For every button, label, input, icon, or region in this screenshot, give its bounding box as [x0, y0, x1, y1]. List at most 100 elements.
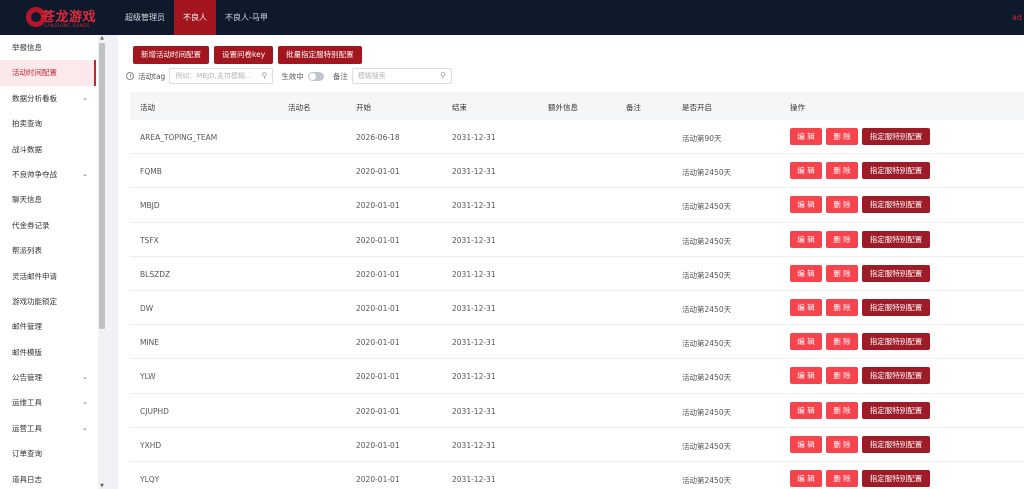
- special-server-config-button[interactable]: 指定服特别配置: [862, 435, 930, 453]
- edit-button[interactable]: 编 辑: [790, 298, 822, 316]
- sidebar-item[interactable]: 邮件模版: [0, 340, 96, 365]
- sidebar-item-label: 拍卖查询: [12, 119, 42, 129]
- toolbar: 新增活动时间配置 设置问卷key 批量指定服特别配置: [133, 46, 362, 64]
- cell-start: 2026-06-18: [356, 133, 400, 142]
- edit-button[interactable]: 编 辑: [790, 230, 822, 248]
- cell-open: 活动第2450天: [682, 236, 732, 246]
- cell-activity: DW: [140, 303, 154, 313]
- table-row: YLW 2020-01-01 2031-12-31 活动第2450天 编 辑删 除指定服…: [130, 359, 1024, 394]
- sidebar-item[interactable]: 数据分析看板 ⌄: [0, 86, 96, 111]
- special-server-config-button[interactable]: 指定服特别配置: [862, 401, 930, 419]
- search-icon[interactable]: ⚲: [440, 69, 446, 83]
- filter-bar: 活动tag 例如：MBJD,支持模糊... ⚲ 生效中 备注 模糊搜索 ⚲: [126, 68, 452, 84]
- sidebar-item[interactable]: 举报信息: [0, 35, 96, 60]
- cell-start: 2020-01-01: [356, 201, 400, 211]
- sidebar-item-label: 活动时间配置: [12, 68, 57, 78]
- edit-button[interactable]: 编 辑: [790, 196, 822, 214]
- special-server-config-button[interactable]: 指定服特别配置: [862, 196, 930, 214]
- column-header: 额外信息: [548, 103, 578, 112]
- set-survey-key-button[interactable]: 设置问卷key: [214, 46, 274, 64]
- top-tab[interactable]: 超级管理员: [116, 0, 174, 35]
- delete-button[interactable]: 删 除: [826, 196, 858, 214]
- cell-end: 2031-12-31: [452, 235, 496, 245]
- special-server-config-button[interactable]: 指定服特别配置: [862, 128, 930, 145]
- sidebar-item[interactable]: 公告管理 ⌄: [0, 365, 96, 390]
- activity-table: 活动 活动名 开始 结束 额外信息 备注 是否开启 操作 AREA_TOPING_TEAM 20…: [130, 92, 1024, 489]
- special-server-config-button[interactable]: 指定服特别配置: [862, 264, 930, 282]
- edit-button[interactable]: 编 辑: [790, 128, 822, 145]
- special-server-config-button[interactable]: 指定服特别配置: [862, 333, 930, 351]
- sidebar-scrollbar[interactable]: ▲ ▼: [98, 35, 106, 489]
- column-header: 活动名: [288, 103, 311, 112]
- note-search-input[interactable]: 模糊搜索 ⚲: [351, 68, 452, 84]
- table-row: CJUPHD 2020-01-01 2031-12-31 活动第2450天 编 辑删 除…: [130, 393, 1024, 428]
- sidebar-item[interactable]: 道具日志: [0, 467, 96, 489]
- edit-button[interactable]: 编 辑: [790, 469, 822, 487]
- brand-logo[interactable]: 苍龙游戏 CANGLONG GAMES: [0, 0, 108, 35]
- active-toggle[interactable]: [307, 71, 324, 81]
- delete-button[interactable]: 删 除: [826, 162, 858, 180]
- edit-button[interactable]: 编 辑: [790, 264, 822, 282]
- special-server-config-button[interactable]: 指定服特别配置: [862, 469, 930, 487]
- sidebar-item[interactable]: 订单查询: [0, 441, 96, 466]
- cell-open: 活动第2450天: [682, 202, 732, 212]
- chevron-down-icon: ⌄: [82, 373, 88, 382]
- special-server-config-button[interactable]: 指定服特别配置: [862, 367, 930, 385]
- cell-end: 2031-12-31: [452, 201, 496, 211]
- row-actions: 编 辑删 除指定服特别配置: [790, 128, 930, 145]
- cell-activity: MBJD: [140, 201, 160, 211]
- sidebar-item[interactable]: 邮件管理: [0, 314, 96, 339]
- delete-button[interactable]: 删 除: [826, 230, 858, 248]
- edit-button[interactable]: 编 辑: [790, 401, 822, 419]
- sidebar-item[interactable]: 代金券记录: [0, 213, 96, 238]
- top-tab[interactable]: 不良人: [174, 0, 216, 35]
- top-tab[interactable]: 不良人-马甲: [216, 0, 277, 35]
- sidebar-item[interactable]: 帮派列表: [0, 238, 96, 263]
- cell-open: 活动第2450天: [682, 168, 732, 178]
- special-server-config-button[interactable]: 指定服特别配置: [862, 298, 930, 316]
- scrollbar-thumb[interactable]: [99, 43, 105, 329]
- sidebar-item[interactable]: 灵活邮件申请: [0, 264, 96, 289]
- delete-button[interactable]: 删 除: [826, 469, 858, 487]
- delete-button[interactable]: 删 除: [826, 128, 858, 145]
- sidebar-item[interactable]: 不良帅争夺战 ⌄: [0, 162, 96, 187]
- edit-button[interactable]: 编 辑: [790, 367, 822, 385]
- edit-button[interactable]: 编 辑: [790, 435, 822, 453]
- sidebar-item-label: 订单查询: [12, 449, 42, 459]
- sidebar-item-label: 数据分析看板: [12, 93, 57, 103]
- delete-button[interactable]: 删 除: [826, 435, 858, 453]
- scroll-up-icon[interactable]: ▲: [99, 35, 105, 41]
- user-menu[interactable]: ad: [1012, 0, 1024, 35]
- clock-icon: [126, 72, 134, 80]
- tag-search-input[interactable]: 例如：MBJD,支持模糊... ⚲: [169, 68, 274, 84]
- delete-button[interactable]: 删 除: [826, 333, 858, 351]
- sidebar-item[interactable]: 运维工具 ⌄: [0, 390, 96, 415]
- scroll-down-icon[interactable]: ▼: [99, 483, 105, 489]
- special-server-config-button[interactable]: 指定服特别配置: [862, 230, 930, 248]
- cell-start: 2020-01-01: [356, 338, 400, 348]
- delete-button[interactable]: 删 除: [826, 401, 858, 419]
- search-icon[interactable]: ⚲: [261, 69, 267, 83]
- sidebar-item[interactable]: 拍卖查询: [0, 111, 96, 136]
- batch-special-config-button[interactable]: 批量指定服特别配置: [278, 46, 362, 64]
- edit-button[interactable]: 编 辑: [790, 162, 822, 180]
- table-row: DW 2020-01-01 2031-12-31 活动第2450天 编 辑删 除指定服特…: [130, 290, 1024, 326]
- sidebar-item[interactable]: 游戏功能锁定: [0, 289, 96, 314]
- delete-button[interactable]: 删 除: [826, 298, 858, 316]
- sidebar-item-label: 邮件管理: [12, 322, 42, 332]
- edit-button[interactable]: 编 辑: [790, 333, 822, 351]
- special-server-config-button[interactable]: 指定服特别配置: [862, 162, 930, 180]
- top-tabs: 超级管理员 不良人 不良人-马甲: [116, 0, 277, 35]
- column-header: 操作: [790, 103, 805, 112]
- delete-button[interactable]: 删 除: [826, 264, 858, 282]
- sidebar-item[interactable]: 战斗数据: [0, 137, 96, 162]
- cell-activity: TSFX: [140, 235, 159, 245]
- sidebar-item[interactable]: 活动时间配置: [0, 60, 96, 86]
- cell-start: 2020-01-01: [356, 474, 400, 484]
- sidebar: 举报信息 活动时间配置 数据分析看板 ⌄ 拍卖查询 战斗数据 不良帅争夺战 ⌄ 聊天信息 代金券记…: [0, 35, 106, 489]
- sidebar-item[interactable]: 聊天信息: [0, 187, 96, 212]
- sidebar-item[interactable]: 运营工具 ⌄: [0, 416, 96, 441]
- add-activity-time-button[interactable]: 新增活动时间配置: [133, 46, 209, 64]
- sidebar-item-label: 灵活邮件申请: [12, 271, 57, 281]
- delete-button[interactable]: 删 除: [826, 367, 858, 385]
